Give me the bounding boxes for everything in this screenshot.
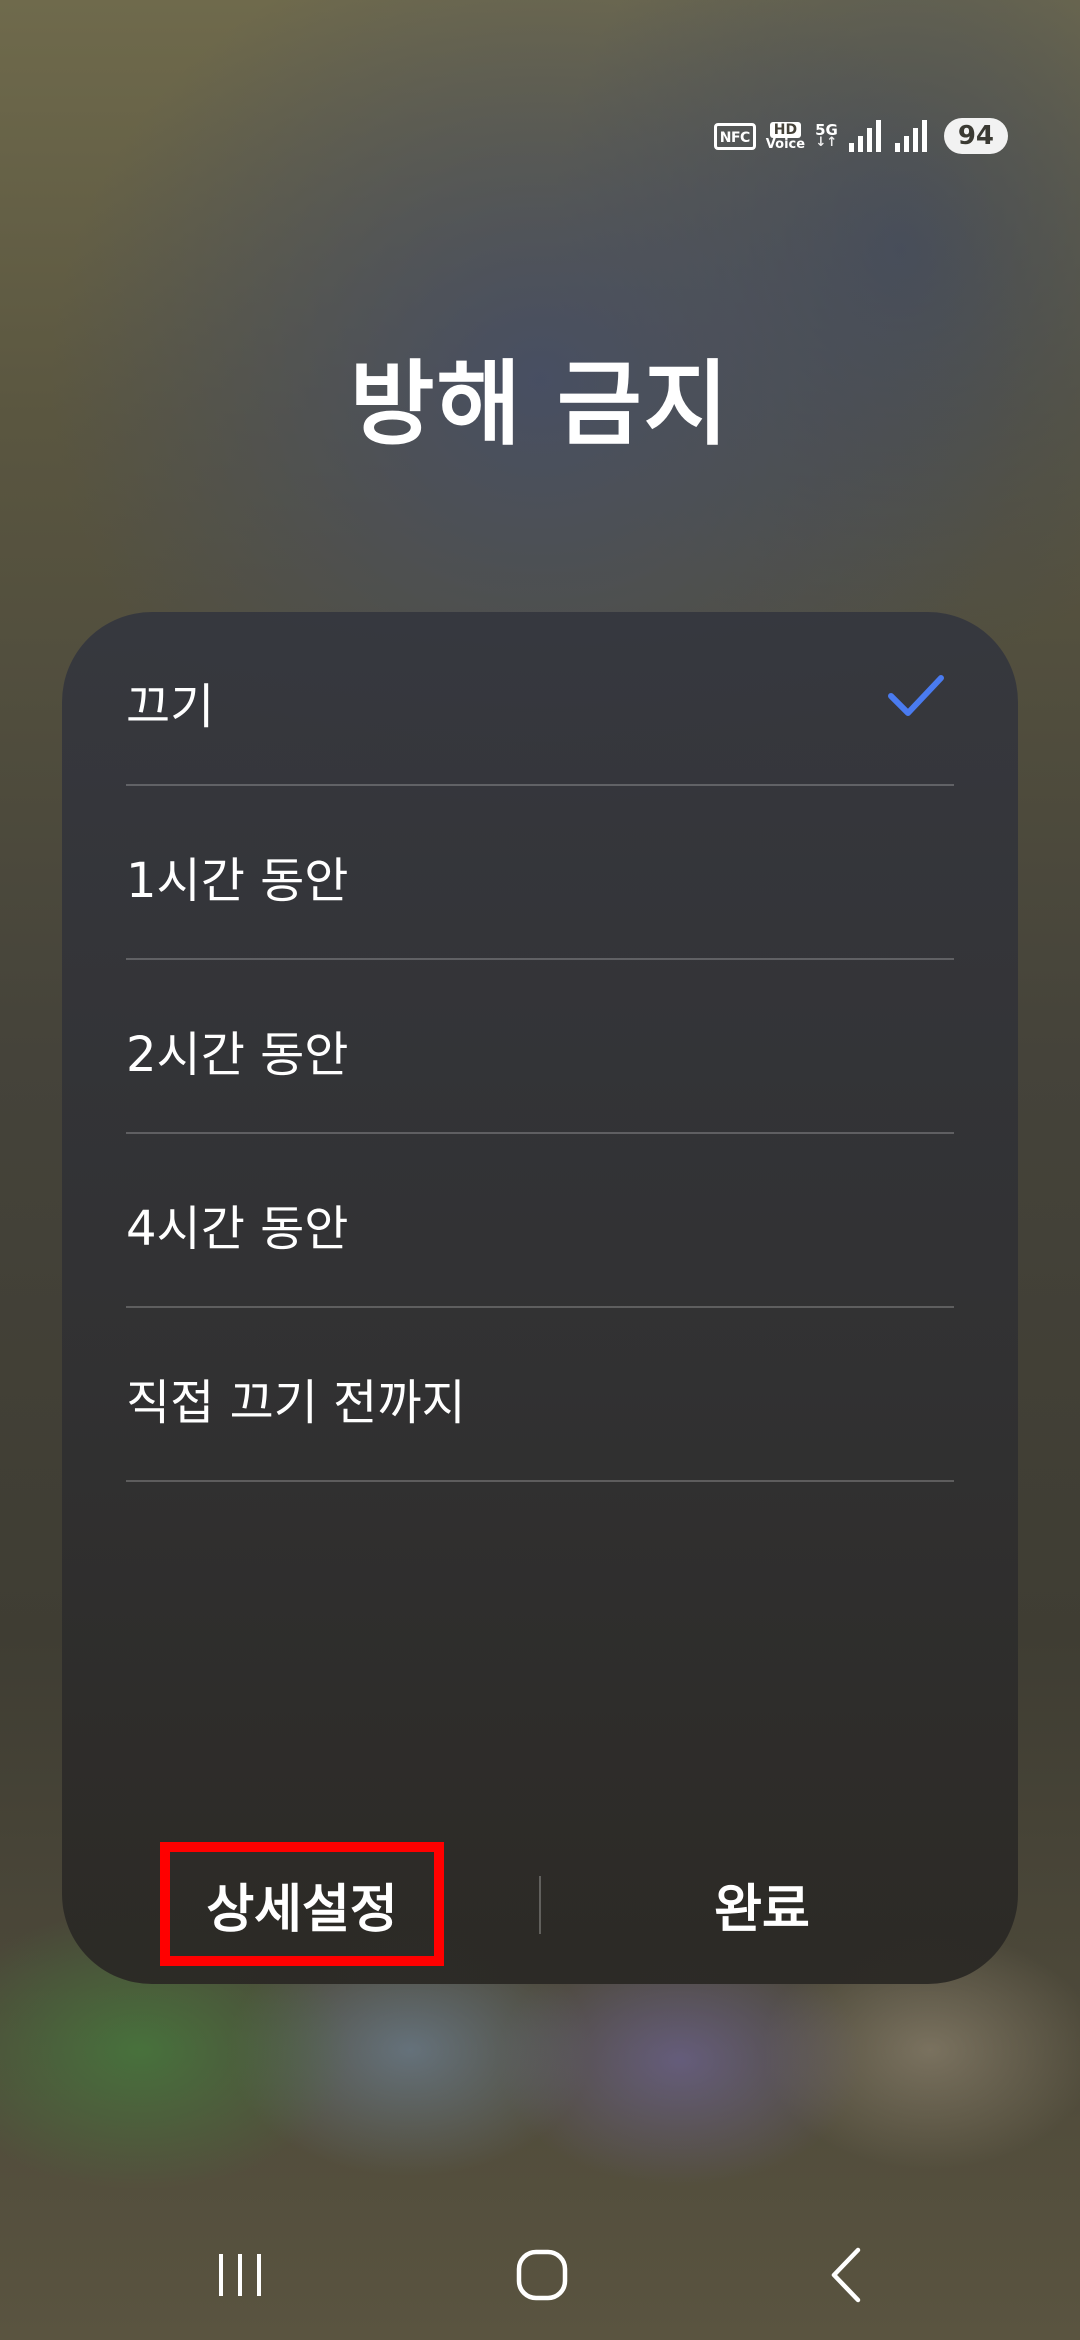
back-icon xyxy=(831,2247,861,2303)
dnd-options-panel: 끄기 1시간 동안 2시간 동안 4시간 동안 직접 끄기 전까지 상세설정 완… xyxy=(62,612,1018,1984)
navigation-bar xyxy=(0,2220,1080,2330)
button-divider xyxy=(539,1876,541,1934)
detail-settings-button[interactable]: 상세설정 xyxy=(162,1844,442,1964)
option-2-hours[interactable]: 2시간 동안 xyxy=(126,960,954,1134)
recent-apps-icon xyxy=(219,2254,261,2296)
option-1-hour[interactable]: 1시간 동안 xyxy=(126,786,954,960)
back-button[interactable] xyxy=(786,2220,906,2330)
option-label: 2시간 동안 xyxy=(126,1027,349,1083)
signal-strength-icon xyxy=(894,120,927,152)
nfc-icon: NFC xyxy=(713,122,756,150)
home-button[interactable] xyxy=(482,2220,602,2330)
option-until-off[interactable]: 직접 끄기 전까지 xyxy=(126,1308,954,1482)
battery-indicator: 94 xyxy=(943,118,1008,154)
hd-label: HD xyxy=(769,121,802,138)
options-list: 끄기 1시간 동안 2시간 동안 4시간 동안 직접 끄기 전까지 xyxy=(126,612,954,1482)
option-label: 1시간 동안 xyxy=(126,853,349,909)
home-icon xyxy=(516,2249,568,2301)
recent-apps-button[interactable] xyxy=(180,2220,300,2330)
done-button[interactable]: 완료 xyxy=(622,1844,902,1964)
voice-label: Voice xyxy=(765,136,806,152)
option-4-hours[interactable]: 4시간 동안 xyxy=(126,1134,954,1308)
data-activity-icon: ↓↑ xyxy=(815,135,838,150)
hd-voice-icon: HD Voice xyxy=(765,121,806,152)
option-label: 4시간 동안 xyxy=(126,1201,349,1257)
network-5g-icon: 5G ↓↑ xyxy=(815,123,838,150)
checkmark-icon xyxy=(888,675,944,716)
option-off[interactable]: 끄기 xyxy=(126,612,954,786)
page-title: 방해 금지 xyxy=(349,351,731,458)
status-bar: NFC HD Voice 5G ↓↑ 94 xyxy=(713,118,1008,154)
option-label: 직접 끄기 전까지 xyxy=(126,1375,466,1431)
option-label: 끄기 xyxy=(126,679,215,735)
dialog-actions: 상세설정 완료 xyxy=(62,1832,1018,1972)
signal-strength-icon xyxy=(848,120,881,152)
